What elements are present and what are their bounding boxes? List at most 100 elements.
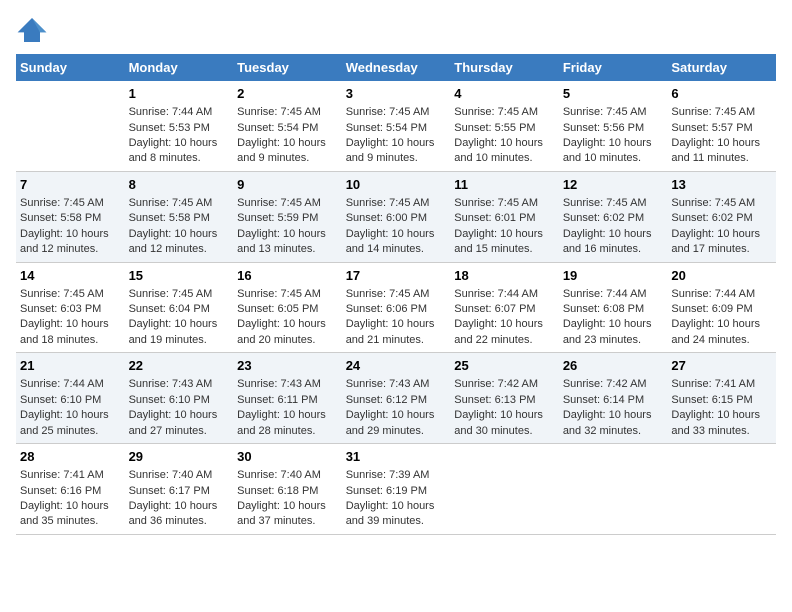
day-number: 17 (346, 267, 447, 285)
cell-content: Sunrise: 7:44 AMSunset: 6:08 PMDaylight:… (563, 287, 664, 349)
day-number: 31 (346, 448, 447, 466)
calendar-cell: 7 Sunrise: 7:45 AMSunset: 5:58 PMDaylight… (16, 171, 125, 262)
calendar-cell: 27 Sunrise: 7:41 AMSunset: 6:15 PMDayligh… (667, 353, 776, 444)
cell-content: Sunrise: 7:40 AMSunset: 6:18 PMDaylight:… (237, 468, 338, 530)
day-number: 23 (237, 357, 338, 375)
calendar-cell: 22 Sunrise: 7:43 AMSunset: 6:10 PMDayligh… (125, 353, 234, 444)
cell-content: Sunrise: 7:45 AMSunset: 6:01 PMDaylight:… (454, 196, 555, 258)
day-number: 14 (20, 267, 121, 285)
cell-content: Sunrise: 7:45 AMSunset: 6:04 PMDaylight:… (129, 287, 230, 349)
calendar-cell: 11 Sunrise: 7:45 AMSunset: 6:01 PMDayligh… (450, 171, 559, 262)
calendar-cell: 5 Sunrise: 7:45 AMSunset: 5:56 PMDaylight… (559, 81, 668, 171)
day-number: 5 (563, 85, 664, 103)
day-number: 13 (671, 176, 772, 194)
day-number: 29 (129, 448, 230, 466)
calendar-week-3: 14 Sunrise: 7:45 AMSunset: 6:03 PMDayligh… (16, 262, 776, 353)
col-header-wednesday: Wednesday (342, 54, 451, 81)
calendar-cell: 4 Sunrise: 7:45 AMSunset: 5:55 PMDaylight… (450, 81, 559, 171)
day-number: 27 (671, 357, 772, 375)
day-number: 1 (129, 85, 230, 103)
day-number: 28 (20, 448, 121, 466)
calendar-cell: 3 Sunrise: 7:45 AMSunset: 5:54 PMDaylight… (342, 81, 451, 171)
day-number: 7 (20, 176, 121, 194)
calendar-cell: 19 Sunrise: 7:44 AMSunset: 6:08 PMDayligh… (559, 262, 668, 353)
cell-content: Sunrise: 7:45 AMSunset: 6:02 PMDaylight:… (671, 196, 772, 258)
cell-content: Sunrise: 7:42 AMSunset: 6:13 PMDaylight:… (454, 377, 555, 439)
day-number: 24 (346, 357, 447, 375)
cell-content: Sunrise: 7:45 AMSunset: 5:57 PMDaylight:… (671, 105, 772, 167)
calendar-cell: 8 Sunrise: 7:45 AMSunset: 5:58 PMDaylight… (125, 171, 234, 262)
cell-content: Sunrise: 7:44 AMSunset: 5:53 PMDaylight:… (129, 105, 230, 167)
col-header-friday: Friday (559, 54, 668, 81)
day-number: 20 (671, 267, 772, 285)
day-number: 12 (563, 176, 664, 194)
day-number: 4 (454, 85, 555, 103)
day-number: 8 (129, 176, 230, 194)
col-header-thursday: Thursday (450, 54, 559, 81)
logo-icon (16, 16, 48, 44)
day-number: 22 (129, 357, 230, 375)
day-number: 30 (237, 448, 338, 466)
calendar-cell: 31 Sunrise: 7:39 AMSunset: 6:19 PMDayligh… (342, 444, 451, 535)
cell-content: Sunrise: 7:43 AMSunset: 6:11 PMDaylight:… (237, 377, 338, 439)
calendar-cell (16, 81, 125, 171)
calendar-week-5: 28Sunrise: 7:41 AMSunset: 6:16 PMDayligh… (16, 444, 776, 535)
cell-content: Sunrise: 7:45 AMSunset: 5:54 PMDaylight:… (346, 105, 447, 167)
day-number: 9 (237, 176, 338, 194)
calendar-week-1: 1 Sunrise: 7:44 AMSunset: 5:53 PMDaylight… (16, 81, 776, 171)
day-number: 10 (346, 176, 447, 194)
calendar-cell: 13 Sunrise: 7:45 AMSunset: 6:02 PMDayligh… (667, 171, 776, 262)
cell-content: Sunrise: 7:40 AMSunset: 6:17 PMDaylight:… (129, 468, 230, 530)
cell-content: Sunrise: 7:45 AMSunset: 6:02 PMDaylight:… (563, 196, 664, 258)
calendar-cell: 10 Sunrise: 7:45 AMSunset: 6:00 PMDayligh… (342, 171, 451, 262)
calendar-cell: 15 Sunrise: 7:45 AMSunset: 6:04 PMDayligh… (125, 262, 234, 353)
day-number: 15 (129, 267, 230, 285)
calendar-cell: 24 Sunrise: 7:43 AMSunset: 6:12 PMDayligh… (342, 353, 451, 444)
col-header-saturday: Saturday (667, 54, 776, 81)
calendar-cell (559, 444, 668, 535)
col-header-sunday: Sunday (16, 54, 125, 81)
cell-content: Sunrise: 7:45 AMSunset: 5:58 PMDaylight:… (20, 196, 121, 258)
calendar-cell: 2 Sunrise: 7:45 AMSunset: 5:54 PMDaylight… (233, 81, 342, 171)
calendar-cell: 17 Sunrise: 7:45 AMSunset: 6:06 PMDayligh… (342, 262, 451, 353)
calendar-cell (667, 444, 776, 535)
calendar-cell: 16Sunrise: 7:45 AMSunset: 6:05 PMDayligh… (233, 262, 342, 353)
cell-content: Sunrise: 7:45 AMSunset: 5:54 PMDaylight:… (237, 105, 338, 167)
calendar-week-4: 21Sunrise: 7:44 AMSunset: 6:10 PMDayligh… (16, 353, 776, 444)
header (16, 16, 776, 44)
day-number: 16 (237, 267, 338, 285)
calendar-cell: 1 Sunrise: 7:44 AMSunset: 5:53 PMDaylight… (125, 81, 234, 171)
calendar-cell: 6 Sunrise: 7:45 AMSunset: 5:57 PMDaylight… (667, 81, 776, 171)
calendar-cell: 26Sunrise: 7:42 AMSunset: 6:14 PMDayligh… (559, 353, 668, 444)
calendar-cell: 23 Sunrise: 7:43 AMSunset: 6:11 PMDayligh… (233, 353, 342, 444)
col-header-monday: Monday (125, 54, 234, 81)
cell-content: Sunrise: 7:44 AMSunset: 6:09 PMDaylight:… (671, 287, 772, 349)
cell-content: Sunrise: 7:45 AMSunset: 6:00 PMDaylight:… (346, 196, 447, 258)
logo (16, 16, 52, 44)
cell-content: Sunrise: 7:45 AMSunset: 5:56 PMDaylight:… (563, 105, 664, 167)
day-number: 18 (454, 267, 555, 285)
cell-content: Sunrise: 7:43 AMSunset: 6:12 PMDaylight:… (346, 377, 447, 439)
calendar-table: SundayMondayTuesdayWednesdayThursdayFrid… (16, 54, 776, 535)
cell-content: Sunrise: 7:43 AMSunset: 6:10 PMDaylight:… (129, 377, 230, 439)
day-number: 3 (346, 85, 447, 103)
day-number: 26 (563, 357, 664, 375)
cell-content: Sunrise: 7:45 AMSunset: 5:55 PMDaylight:… (454, 105, 555, 167)
calendar-cell: 30 Sunrise: 7:40 AMSunset: 6:18 PMDayligh… (233, 444, 342, 535)
calendar-cell: 20 Sunrise: 7:44 AMSunset: 6:09 PMDayligh… (667, 262, 776, 353)
cell-content: Sunrise: 7:45 AMSunset: 6:03 PMDaylight:… (20, 287, 121, 349)
day-number: 2 (237, 85, 338, 103)
cell-content: Sunrise: 7:41 AMSunset: 6:15 PMDaylight:… (671, 377, 772, 439)
cell-content: Sunrise: 7:45 AMSunset: 5:58 PMDaylight:… (129, 196, 230, 258)
calendar-cell: 28Sunrise: 7:41 AMSunset: 6:16 PMDayligh… (16, 444, 125, 535)
calendar-week-2: 7 Sunrise: 7:45 AMSunset: 5:58 PMDaylight… (16, 171, 776, 262)
cell-content: Sunrise: 7:45 AMSunset: 6:06 PMDaylight:… (346, 287, 447, 349)
cell-content: Sunrise: 7:39 AMSunset: 6:19 PMDaylight:… (346, 468, 447, 530)
cell-content: Sunrise: 7:44 AMSunset: 6:07 PMDaylight:… (454, 287, 555, 349)
header-row: SundayMondayTuesdayWednesdayThursdayFrid… (16, 54, 776, 81)
day-number: 11 (454, 176, 555, 194)
day-number: 6 (671, 85, 772, 103)
calendar-cell: 29 Sunrise: 7:40 AMSunset: 6:17 PMDayligh… (125, 444, 234, 535)
col-header-tuesday: Tuesday (233, 54, 342, 81)
day-number: 19 (563, 267, 664, 285)
